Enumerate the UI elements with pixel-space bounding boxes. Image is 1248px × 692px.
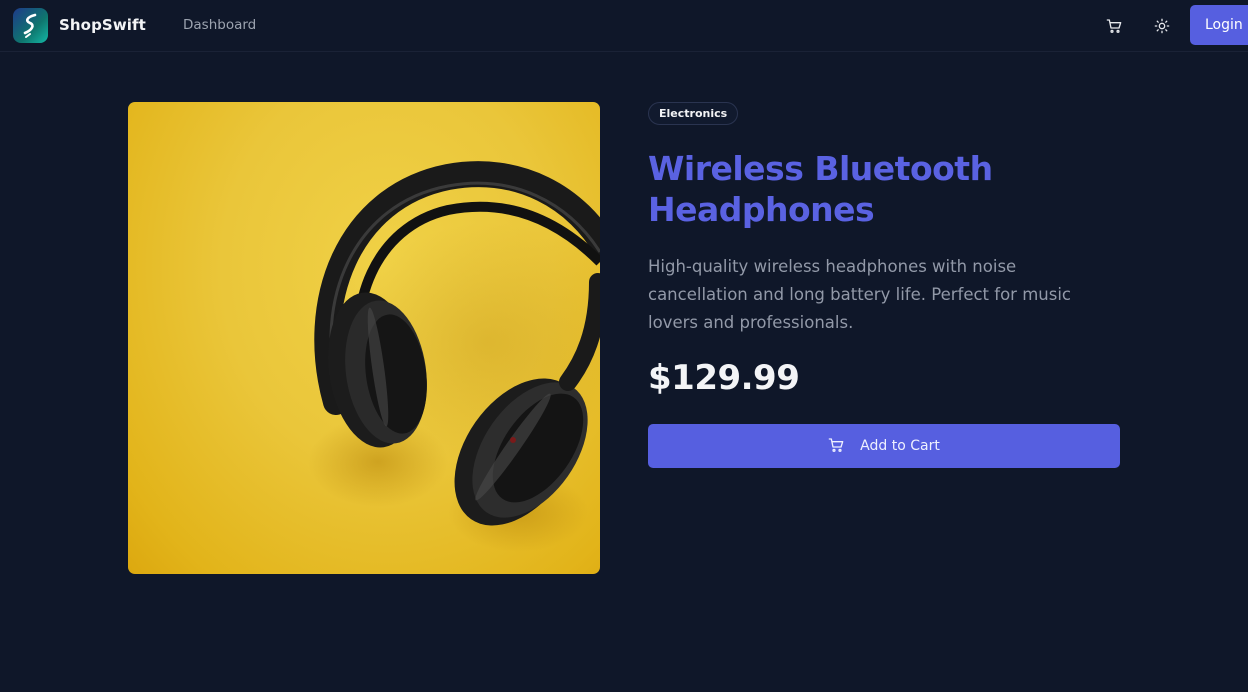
- sun-icon: [1154, 18, 1170, 34]
- add-to-cart-label: Add to Cart: [860, 438, 940, 454]
- add-to-cart-button[interactable]: Add to Cart: [648, 424, 1120, 468]
- product-title: Wireless Bluetooth Headphones: [648, 149, 993, 229]
- category-badge: Electronics: [648, 102, 739, 125]
- product-description: High-quality wireless headphones with no…: [648, 257, 1071, 332]
- product-image: [128, 102, 600, 574]
- product-price: $129.99: [648, 358, 800, 398]
- cart-button[interactable]: [1101, 13, 1127, 39]
- cart-icon: [1106, 19, 1122, 33]
- nav-link-dashboard[interactable]: Dashboard: [183, 17, 256, 33]
- brand-name[interactable]: ShopSwift: [59, 16, 146, 34]
- brand-logo[interactable]: [13, 8, 48, 43]
- top-navbar: ShopSwift Dashboard Login: [0, 0, 1248, 52]
- login-button[interactable]: Login: [1190, 5, 1248, 45]
- theme-toggle-button[interactable]: [1149, 13, 1175, 39]
- cart-icon: [828, 437, 846, 455]
